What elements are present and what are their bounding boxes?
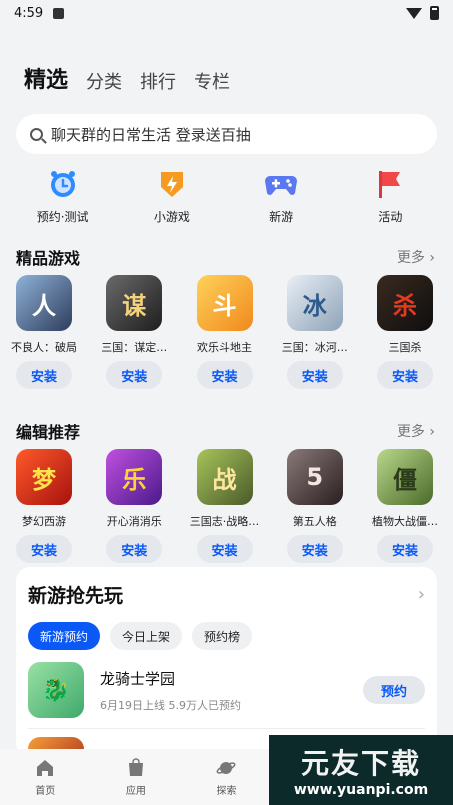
install-button[interactable]: 安装 [106,361,163,389]
featured-header: 精品游戏 更多 › [0,243,453,271]
status-time: 4:59 [14,5,44,21]
wifi-icon [406,7,422,19]
app-item[interactable]: 谋 三国：谋定… 安装 [101,275,168,389]
app-name: 三国杀 [388,341,422,354]
quick-mini-games[interactable]: 小游戏 [122,166,222,225]
app-icon[interactable]: 人 [16,275,72,331]
quick-label: 小游戏 [153,210,190,224]
app-name: 第五人格 [292,515,337,528]
app-icon[interactable]: 乐 [106,449,163,505]
app-item[interactable]: 梦 梦幻西游 安装 [14,449,74,563]
install-button[interactable]: 安装 [16,361,72,389]
status-bar: 4:59 [0,0,453,26]
app-icon[interactable]: 冰 [286,275,343,331]
app-item[interactable]: 战 三国志·战略… 安装 [190,449,259,563]
app-icon[interactable]: 杀 [377,275,433,331]
editor-apps: 梦 梦幻西游 安装 乐 开心消消乐 安装 战 三国志·战略… 安装 5 第五人格… [0,449,453,563]
nav-explore[interactable]: 探索 [181,749,272,805]
app-meta: 6月19日上线 5.9万人已预约 [100,698,241,712]
install-button[interactable]: 安装 [196,361,253,389]
nav-label: 首页 [35,785,56,797]
lightning-shield-icon [154,166,190,202]
app-name: 三国：谋定… [101,341,168,354]
more-link[interactable]: 更多 › [397,421,435,441]
nav-home[interactable]: 首页 [0,749,91,805]
app-item[interactable]: 乐 开心消消乐 安装 [104,449,164,563]
install-button[interactable]: 安装 [377,535,433,563]
app-item[interactable]: 僵 植物大战僵… 安装 [372,449,438,563]
planet-icon [217,761,236,774]
watermark-url: www.yuanpi.com [293,782,429,798]
new-games-card: 新游抢先玩 › 新游预约 今日上架 预约榜 🐉 龙骑士学园 6月19日上线 5.… [16,567,437,757]
app-name: 三国志·战略… [189,515,260,528]
flag-icon [372,166,408,202]
section-title: 编辑推荐 [16,423,81,442]
nav-apps[interactable]: 应用 [91,749,182,805]
app-name: 开心消消乐 [106,515,162,528]
featured-apps: 人 不良人：破局 安装 谋 三国：谋定… 安装 斗 欢乐斗地主 安装 冰 三国：… [0,275,453,389]
app-item[interactable]: 斗 欢乐斗地主 安装 [195,275,255,389]
app-name: 不良人：破局 [11,341,77,354]
app-item[interactable]: 杀 三国杀 安装 [375,275,435,389]
quick-label: 预约·测试 [36,210,89,224]
nav-label: 探索 [216,785,237,797]
app-icon[interactable]: 斗 [196,275,253,331]
search-placeholder: 聊天群的日常生活 登录送百抽 [51,125,251,144]
more-link[interactable]: 更多 › [397,247,435,267]
app-item[interactable]: 5 第五人格 安装 [285,449,345,563]
app-icon[interactable]: 5 [286,449,343,505]
quick-events[interactable]: 活动 [340,166,440,225]
chip-today[interactable]: 今日上架 [110,622,183,650]
home-icon [37,759,54,776]
card-title: 新游抢先玩 [28,585,124,607]
app-item[interactable]: 人 不良人：破局 安装 [11,275,77,389]
section-title: 精品游戏 [16,249,81,268]
battery-icon [430,6,439,20]
app-icon[interactable]: 谋 [106,275,163,331]
quick-reserve-test[interactable]: 预约·测试 [13,166,113,225]
tab-category[interactable]: 分类 [86,68,122,100]
app-icon[interactable]: 战 [196,449,253,505]
tab-column[interactable]: 专栏 [194,68,230,100]
gamepad-icon [263,166,299,202]
app-name: 欢乐斗地主 [197,341,252,354]
sim-icon [53,7,65,19]
quick-label: 新游 [269,210,294,224]
install-button[interactable]: 安装 [377,361,433,389]
app-name: 梦幻西游 [22,515,66,528]
app-name: 植物大战僵… [372,515,438,528]
quick-entries: 预约·测试 小游戏 新游 活动 [0,166,453,225]
install-button[interactable]: 安装 [16,535,72,563]
app-name: 龙骑士学园 [100,669,176,688]
watermark-title: 元友下载 [300,747,421,780]
editor-header: 编辑推荐 更多 › [0,417,453,445]
watermark-logo: 元友下载 www.yuanpi.com [269,735,453,805]
chip-reserve-rank[interactable]: 预约榜 [192,622,253,650]
app-icon[interactable]: 梦 [16,449,72,505]
chevron-right-icon[interactable]: › [418,584,425,605]
reserve-button[interactable]: 预约 [363,676,425,704]
quick-label: 活动 [378,210,403,224]
install-button[interactable]: 安装 [196,535,253,563]
clock-icon [45,166,81,202]
quick-new-games[interactable]: 新游 [231,166,331,225]
app-icon[interactable]: 🐉 [28,662,84,718]
app-item[interactable]: 冰 三国：冰河… 安装 [281,275,348,389]
tab-ranking[interactable]: 排行 [140,68,176,100]
apps-icon [128,757,143,776]
app-icon[interactable]: 僵 [377,449,433,505]
install-button[interactable]: 安装 [286,535,343,563]
top-tabs: 精选 分类 排行 专栏 [0,26,453,100]
nav-label: 应用 [125,785,146,797]
filter-chips: 新游预约 今日上架 预约榜 [28,622,425,650]
chip-new-reserve[interactable]: 新游预约 [28,622,101,650]
list-item[interactable]: 🐉 龙骑士学园 6月19日上线 5.9万人已预约 预约 [28,662,425,718]
install-button[interactable]: 安装 [286,361,343,389]
app-name: 三国：冰河… [281,341,348,354]
tab-featured[interactable]: 精选 [24,62,68,100]
search-icon [30,127,43,141]
install-button[interactable]: 安装 [106,535,163,563]
search-input[interactable]: 聊天群的日常生活 登录送百抽 [16,114,437,154]
